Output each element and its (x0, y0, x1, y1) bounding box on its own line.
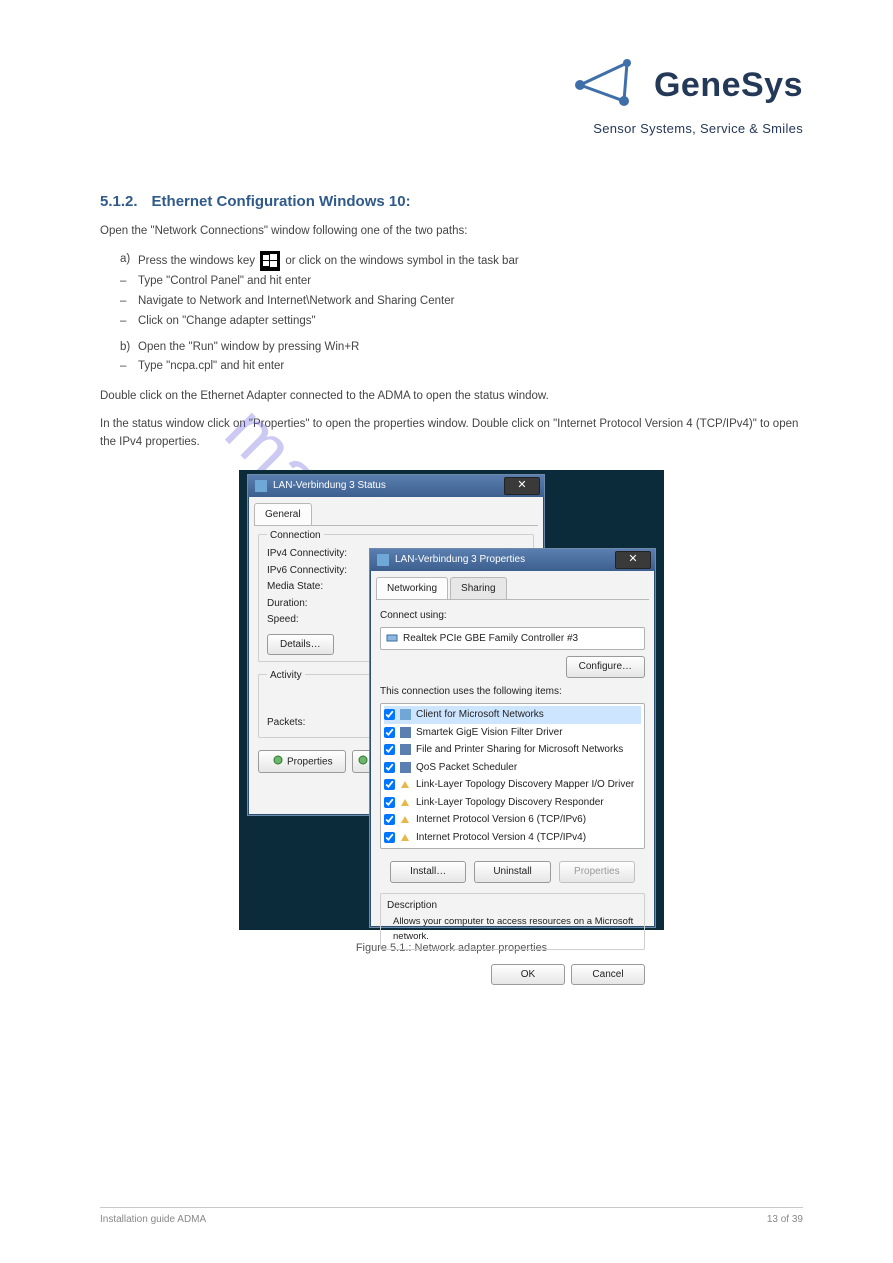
list-item: Navigate to Network and Internet\Network… (138, 293, 454, 311)
figure-network-properties: LAN-Verbindung 3 Status ✕ General Connec… (239, 470, 664, 957)
close-icon[interactable]: ✕ (615, 551, 651, 569)
network-adapter-icon (385, 632, 398, 645)
item-properties-button: Properties (559, 861, 635, 883)
uninstall-button[interactable]: Uninstall (474, 861, 550, 883)
field-label: IPv4 Connectivity: (267, 546, 367, 562)
list-item: Type "ncpa.cpl" and hit enter (138, 358, 284, 376)
window-title-text: LAN-Verbindung 3 Status (273, 478, 386, 494)
cancel-button[interactable]: Cancel (571, 964, 645, 986)
brand-logo-block: GeneSys Sensor Systems, Service & Smiles (572, 55, 803, 136)
footer-doc-title: Installation guide ADMA (100, 1214, 206, 1225)
window-properties: LAN-Verbindung 3 Properties ✕ Networking… (369, 548, 656, 928)
list-marker: – (120, 358, 130, 376)
item-label: QoS Packet Scheduler (416, 760, 517, 776)
window-titlebar: LAN-Verbindung 3 Properties ✕ (370, 549, 655, 571)
list-item[interactable]: Smartek GigE Vision Filter Driver (384, 724, 641, 742)
window-title-text: LAN-Verbindung 3 Properties (395, 552, 525, 568)
list-item[interactable]: Client for Microsoft Networks (384, 706, 641, 724)
page-footer: Installation guide ADMA 13 of 39 (100, 1207, 803, 1225)
item-checkbox[interactable] (384, 744, 395, 755)
list-item: Type "Control Panel" and hit enter (138, 273, 311, 291)
list-item[interactable]: Link-Layer Topology Discovery Responder (384, 794, 641, 812)
gear-icon (357, 753, 370, 766)
description-box: Description Allows your computer to acce… (380, 893, 645, 950)
ok-button[interactable]: OK (491, 964, 565, 986)
brand-name: GeneSys (654, 66, 803, 105)
item-checkbox[interactable] (384, 762, 395, 773)
list-item: Open the "Run" window by pressing Win+R (138, 339, 359, 357)
adapter-name: Realtek PCIe GBE Family Controller #3 (403, 631, 578, 647)
item-label: File and Printer Sharing for Microsoft N… (416, 742, 623, 758)
list-item[interactable]: Link-Layer Topology Discovery Mapper I/O… (384, 776, 641, 794)
client-icon (399, 708, 412, 721)
item-checkbox[interactable] (384, 797, 395, 808)
list-text: or click on the windows symbol in the ta… (285, 255, 518, 267)
gear-icon (271, 753, 284, 766)
list-item[interactable]: File and Printer Sharing for Microsoft N… (384, 741, 641, 759)
list-marker: b) (120, 339, 130, 357)
connection-items-list[interactable]: Client for Microsoft Networks Smartek Gi… (380, 703, 645, 849)
list-text: Press the windows key (138, 255, 255, 267)
section-number: 5.1.2. (100, 190, 138, 213)
adapter-field[interactable]: Realtek PCIe GBE Family Controller #3 (380, 627, 645, 651)
item-label: Link-Layer Topology Discovery Responder (416, 795, 604, 811)
list-item[interactable]: Internet Protocol Version 6 (TCP/IPv6) (384, 811, 641, 829)
description-text: Allows your computer to access resources… (387, 915, 638, 944)
group-label: Activity (267, 668, 305, 684)
protocol-icon (399, 831, 412, 844)
list-item: Press the windows key or click on the wi… (138, 251, 519, 271)
details-button[interactable]: Details… (267, 634, 334, 656)
tab-sharing[interactable]: Sharing (450, 577, 506, 600)
list-marker: – (120, 273, 130, 291)
step-paragraph: In the status window click on "Propertie… (100, 416, 803, 452)
item-checkbox[interactable] (384, 709, 395, 720)
item-label: Smartek GigE Vision Filter Driver (416, 725, 563, 741)
brand-mark-icon (572, 55, 644, 115)
protocol-icon (399, 778, 412, 791)
step-paragraph: Double click on the Ethernet Adapter con… (100, 388, 803, 406)
section-title: Ethernet Configuration Windows 10: (152, 190, 411, 213)
list-item: Click on "Change adapter settings" (138, 313, 316, 331)
item-label: Link-Layer Topology Discovery Mapper I/O… (416, 777, 634, 793)
item-label: Internet Protocol Version 6 (TCP/IPv6) (416, 812, 586, 828)
field-label: This connection uses the following items… (380, 684, 645, 700)
item-label: Internet Protocol Version 4 (TCP/IPv4) (416, 830, 586, 846)
field-label: Connect using: (380, 608, 645, 624)
footer-page-number: 13 of 39 (767, 1214, 803, 1225)
service-icon (399, 761, 412, 774)
item-checkbox[interactable] (384, 814, 395, 825)
field-label: Speed: (267, 612, 367, 628)
field-label: IPv6 Connectivity: (267, 563, 367, 579)
install-button[interactable]: Install… (390, 861, 466, 883)
list-marker: – (120, 313, 130, 331)
group-label: Connection (267, 528, 324, 544)
list-item[interactable]: Internet Protocol Version 4 (TCP/IPv4) (384, 829, 641, 847)
intro-paragraph: Open the "Network Connections" window fo… (100, 223, 803, 241)
configure-button[interactable]: Configure… (566, 656, 645, 678)
app-icon (376, 553, 389, 566)
properties-button[interactable]: Properties (258, 750, 346, 773)
window-titlebar: LAN-Verbindung 3 Status ✕ (248, 475, 544, 497)
list-marker: a) (120, 251, 130, 271)
close-icon[interactable]: ✕ (504, 477, 540, 495)
protocol-icon (399, 813, 412, 826)
item-checkbox[interactable] (384, 727, 395, 738)
service-icon (399, 743, 412, 756)
field-label: Media State: (267, 579, 367, 595)
tab-networking[interactable]: Networking (376, 577, 448, 600)
tab-general[interactable]: General (254, 503, 312, 526)
protocol-icon (399, 796, 412, 809)
description-label: Description (387, 898, 638, 914)
brand-tagline: Sensor Systems, Service & Smiles (572, 121, 803, 136)
list-item[interactable]: QoS Packet Scheduler (384, 759, 641, 777)
field-label: Duration: (267, 596, 367, 612)
item-checkbox[interactable] (384, 832, 395, 843)
item-label: Client for Microsoft Networks (416, 707, 544, 723)
item-checkbox[interactable] (384, 779, 395, 790)
driver-icon (399, 726, 412, 739)
field-label: Packets: (267, 715, 367, 731)
app-icon (254, 479, 267, 492)
windows-key-icon (260, 251, 280, 271)
list-marker: – (120, 293, 130, 311)
